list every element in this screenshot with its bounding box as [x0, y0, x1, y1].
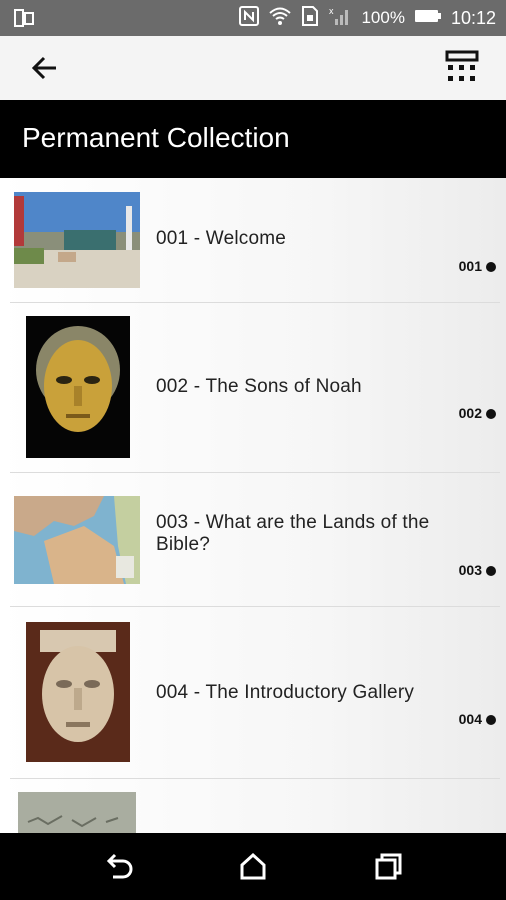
clock: 10:12: [450, 7, 496, 28]
nfc-icon: [239, 5, 260, 31]
svg-text:x: x: [329, 6, 334, 16]
home-nav-icon[interactable]: [237, 851, 269, 883]
stop-title: 004 - The Introductory Gallery: [156, 682, 415, 703]
stone-head-image: [26, 622, 130, 762]
stop-title: 003 - What are the Lands of the Bible?: [156, 512, 430, 555]
signal-icon: x: [329, 6, 351, 31]
status-bar: x 100% 10:12: [0, 0, 506, 36]
stop-indicator-dot: [486, 566, 496, 576]
stop-code: 001: [458, 258, 482, 274]
stop-indicator-dot: [486, 715, 496, 725]
header-band: Permanent Collection: [0, 100, 506, 178]
keypad-icon[interactable]: [444, 50, 480, 86]
app-bar: [0, 36, 506, 100]
museum-exterior-image: [14, 192, 140, 288]
battery-icon: [414, 8, 441, 28]
wifi-icon: [269, 6, 292, 31]
stop-code: 004: [458, 711, 482, 727]
stop-indicator-dot: [486, 409, 496, 419]
map-image: [14, 496, 140, 584]
recents-nav-icon[interactable]: [372, 851, 404, 883]
stop-code: 003: [458, 562, 482, 578]
stop-indicator-dot: [486, 262, 496, 272]
gold-mask-image: [26, 316, 130, 458]
stop-code: 002: [458, 405, 482, 421]
list-item[interactable]: 002 - The Sons of Noah 002: [10, 302, 500, 473]
stop-title: 001 - Welcome: [156, 228, 287, 249]
page-title: Permanent Collection: [22, 122, 290, 153]
stop-list: 001 - Welcome 001 002 - The Sons of Noah…: [0, 178, 506, 833]
back-arrow-icon[interactable]: [26, 50, 66, 86]
list-item[interactable]: 003 - What are the Lands of the Bible? 0…: [10, 472, 500, 607]
screen-mirror-icon: [14, 9, 34, 32]
list-item[interactable]: [10, 778, 500, 833]
inscription-image: [18, 792, 136, 833]
sd-card-icon: [301, 5, 319, 31]
stop-title: 002 - The Sons of Noah: [156, 376, 362, 397]
battery-percent: 100%: [361, 8, 405, 27]
back-nav-icon[interactable]: [103, 851, 135, 883]
list-item[interactable]: 001 - Welcome 001: [10, 178, 500, 303]
list-item[interactable]: 004 - The Introductory Gallery 004: [10, 606, 500, 779]
navigation-bar: [0, 833, 506, 900]
